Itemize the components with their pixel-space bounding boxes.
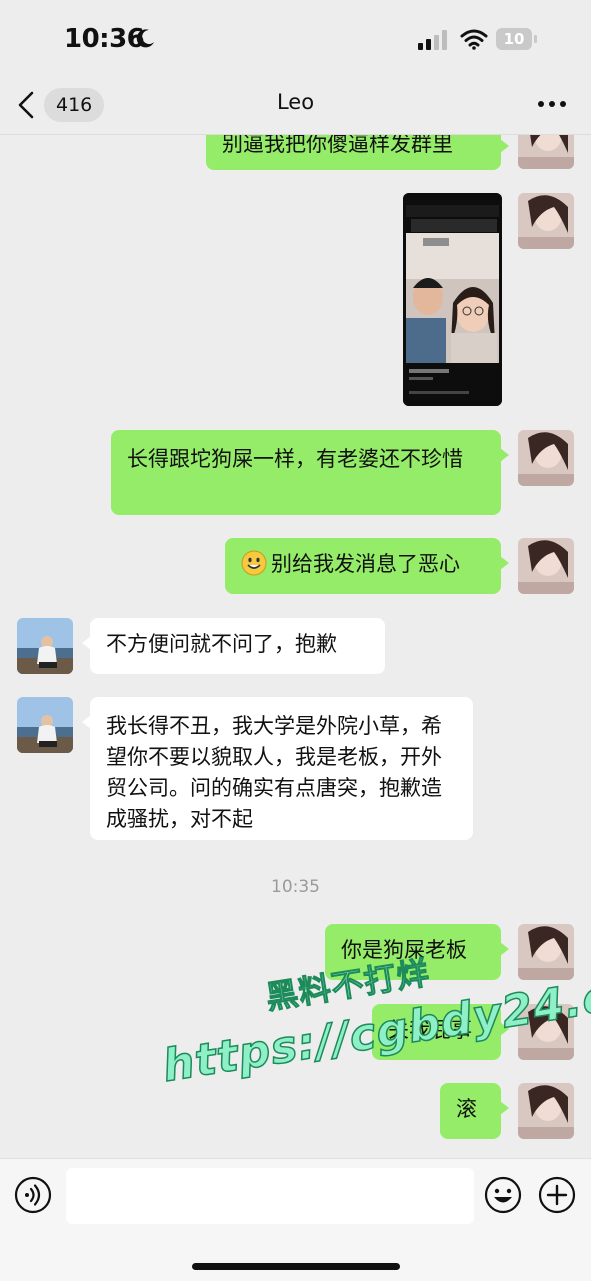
contact-avatar[interactable] (17, 697, 73, 753)
my-avatar[interactable] (518, 430, 574, 486)
message-bubble-sent[interactable]: 长得跟坨狗屎一样，有老婆还不珍惜 (111, 430, 509, 515)
message-text: 不方便问就不问了，抱歉 (106, 632, 337, 656)
input-bar (0, 1158, 591, 1281)
message-text: 滚 (456, 1097, 477, 1121)
wifi-icon (460, 29, 488, 50)
contact-avatar[interactable] (17, 618, 73, 674)
message-bubble-received[interactable]: 不方便问就不问了，抱歉 (82, 618, 385, 674)
battery-level: 10 (503, 30, 525, 48)
my-avatar[interactable] (518, 193, 574, 249)
chat-header: 416 Leo (0, 80, 591, 135)
shared-photo[interactable] (403, 193, 502, 406)
plus-icon[interactable] (538, 1176, 576, 1214)
emoji-icon[interactable] (484, 1176, 522, 1214)
my-avatar[interactable] (518, 135, 574, 169)
message-text: 我长得不丑，我大学是外院小草，希望你不要以貌取人，我是老板，开外贸公司。问的确实… (106, 714, 442, 831)
time-divider: 10:35 (271, 877, 320, 897)
message-text: 别给我发消息了恶心 (271, 552, 460, 576)
my-avatar[interactable] (518, 538, 574, 594)
battery-indicator: 10 (496, 28, 538, 50)
voice-input-icon[interactable] (14, 1176, 52, 1214)
message-text: 长得跟坨狗屎一样，有老婆还不珍惜 (127, 447, 463, 471)
message-bubble-sent[interactable]: 别给我发消息了恶心 (225, 538, 509, 594)
message-bubble-received[interactable]: 我长得不丑，我大学是外院小草，希望你不要以貌取人，我是老板，开外贸公司。问的确实… (82, 697, 473, 840)
smile-emoji-icon (241, 550, 267, 576)
status-time: 10:36 (64, 24, 145, 54)
message-input[interactable] (66, 1168, 474, 1224)
watermark: 黑料不打烊 https://cgbdy24.com (159, 953, 591, 1100)
moon-icon (136, 29, 154, 48)
more-options-icon[interactable] (536, 98, 568, 110)
message-text: 别逼我把你傻逼样发群里 (222, 135, 453, 156)
home-indicator (192, 1263, 400, 1270)
chat-title: Leo (276, 90, 315, 114)
status-bar: 10:36 10 (0, 0, 591, 80)
signal-icon (418, 30, 447, 50)
message-bubble-sent[interactable]: 别逼我把你傻逼样发群里 (206, 135, 509, 170)
